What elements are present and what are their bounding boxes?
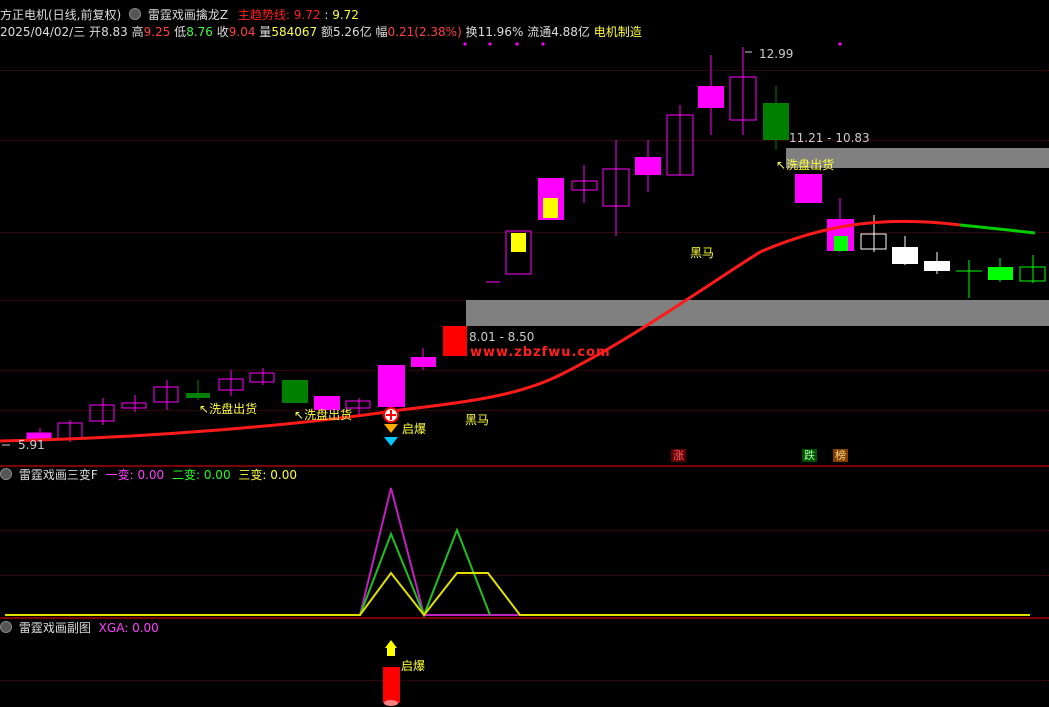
- rise-badge[interactable]: 涨: [671, 449, 686, 462]
- resistance-zone-label: 11.21 - 10.83: [789, 131, 870, 145]
- support-zone: [466, 300, 1049, 326]
- watermark: www.zbzfwu.com: [470, 345, 611, 360]
- arrow-icon: [384, 424, 398, 433]
- main-kline-chart[interactable]: [0, 0, 1049, 465]
- qibao-bar: [383, 667, 400, 703]
- candlesticks: [26, 47, 1046, 442]
- settings-gear-icon[interactable]: [0, 621, 12, 633]
- fall-badge[interactable]: 跌: [802, 449, 817, 462]
- sub1-l1-value: 0.00: [137, 468, 165, 482]
- sub2-qibao-label: 启爆: [401, 659, 426, 673]
- sub1-line-green: [359, 527, 491, 618]
- sub1-line-magenta: [5, 487, 1030, 616]
- sub2-header: 雷霆戏画副图 XGA: 0.00: [0, 621, 159, 635]
- settings-gear-icon[interactable]: [0, 468, 12, 480]
- signal-dots: [463, 42, 842, 46]
- sub1-l3-value: 0.00: [270, 468, 297, 482]
- dark-horse-label: 黑马: [465, 413, 490, 427]
- high-price-label: 12.99: [759, 47, 794, 61]
- sub1-l3-label: 三变:: [238, 468, 267, 482]
- sub1-line-yellow: [5, 571, 1030, 617]
- sub1-l2-value: 0.00: [203, 468, 231, 482]
- list-badge[interactable]: 榜: [833, 449, 848, 462]
- wash-signal-label: ↖洗盘出货: [294, 408, 353, 422]
- up-arrow-icon: [385, 640, 397, 648]
- sub2-xga-value: 0.00: [132, 621, 159, 635]
- sub1-indicator-name[interactable]: 雷霆戏画三变F: [19, 468, 98, 482]
- support-zone-label: 8.01 - 8.50: [469, 330, 535, 344]
- sub2-xga-label: XGA:: [98, 621, 129, 635]
- sub1-l2-label: 二变:: [171, 468, 201, 482]
- sub1-header: 雷霆戏画三变F 一变: 0.00 二变: 0.00 三变: 0.00: [0, 468, 297, 482]
- low-price-label: 5.91: [18, 438, 45, 452]
- dark-horse-label: 黑马: [690, 246, 715, 260]
- wash-signal-label: ↖洗盘出货: [199, 402, 258, 416]
- main-trend-line-tail: [959, 223, 1036, 235]
- sub2-indicator-name[interactable]: 雷霆戏画副图: [19, 621, 91, 635]
- qibao-label: 启爆: [402, 422, 427, 436]
- sub1-l1-label: 一变:: [105, 468, 134, 482]
- wash-signal-label: ↖洗盘出货: [776, 158, 835, 172]
- arrow-icon: [384, 437, 398, 446]
